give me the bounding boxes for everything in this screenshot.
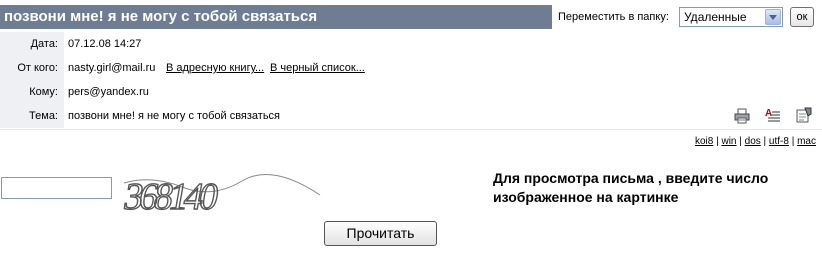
chevron-down-icon[interactable] bbox=[765, 9, 781, 25]
captcha-text: 368140 bbox=[122, 176, 221, 218]
properties-icon[interactable] bbox=[796, 107, 812, 123]
read-button[interactable]: Прочитать bbox=[324, 221, 437, 246]
header-divider bbox=[0, 129, 822, 130]
header-value-from: nasty.girl@mail.ru bbox=[68, 62, 156, 74]
encoding-link-koi8[interactable]: koi8 bbox=[695, 136, 713, 147]
captcha-instruction: Для просмотра письма , введите число изо… bbox=[493, 170, 769, 205]
header-value-subject: позвони мне! я не могу с тобой связаться bbox=[68, 110, 281, 122]
header-row-to: Кому: pers@yandex.ru bbox=[0, 80, 822, 104]
svg-text:A: A bbox=[765, 108, 772, 119]
move-to-folder-label: Переместить в папку: bbox=[558, 11, 669, 23]
folder-select-value: Удаленные bbox=[684, 10, 747, 24]
header-label: От кого: bbox=[0, 56, 64, 80]
header-value-to: pers@yandex.ru bbox=[68, 86, 149, 98]
add-to-black-list-link[interactable]: В черный список... bbox=[270, 56, 365, 80]
message-toolbar: позвони мне! я не могу с тобой связаться… bbox=[0, 0, 822, 32]
header-label: Дата: bbox=[0, 32, 64, 56]
header-row-subject: Тема: позвони мне! я не могу с тобой свя… bbox=[0, 104, 822, 128]
move-ok-button[interactable]: ок bbox=[790, 7, 814, 27]
captcha-image: 368140 bbox=[122, 174, 321, 219]
header-value-date: 07.12.08 14:27 bbox=[68, 38, 142, 50]
header-row-from: От кого: nasty.girl@mail.ru В адресную к… bbox=[0, 56, 822, 80]
encoding-link-win[interactable]: win bbox=[721, 136, 736, 147]
header-label: Кому: bbox=[0, 80, 64, 104]
print-icon[interactable] bbox=[734, 108, 750, 124]
message-subject-title: позвони мне! я не могу с тобой связаться bbox=[0, 5, 552, 29]
spellcheck-icon[interactable]: A bbox=[765, 107, 781, 123]
encoding-switcher: koi8 | win | dos | utf-8 | mac bbox=[694, 136, 816, 147]
encoding-link-utf8[interactable]: utf-8 bbox=[769, 136, 789, 147]
encoding-link-dos[interactable]: dos bbox=[745, 136, 761, 147]
header-label: Тема: bbox=[0, 104, 64, 128]
folder-select[interactable]: Удаленные bbox=[679, 7, 783, 27]
add-to-address-book-link[interactable]: В адресную книгу... bbox=[166, 56, 264, 80]
captcha-input[interactable] bbox=[1, 177, 112, 199]
encoding-link-mac[interactable]: mac bbox=[797, 136, 816, 147]
header-row-date: Дата: 07.12.08 14:27 bbox=[0, 32, 822, 56]
